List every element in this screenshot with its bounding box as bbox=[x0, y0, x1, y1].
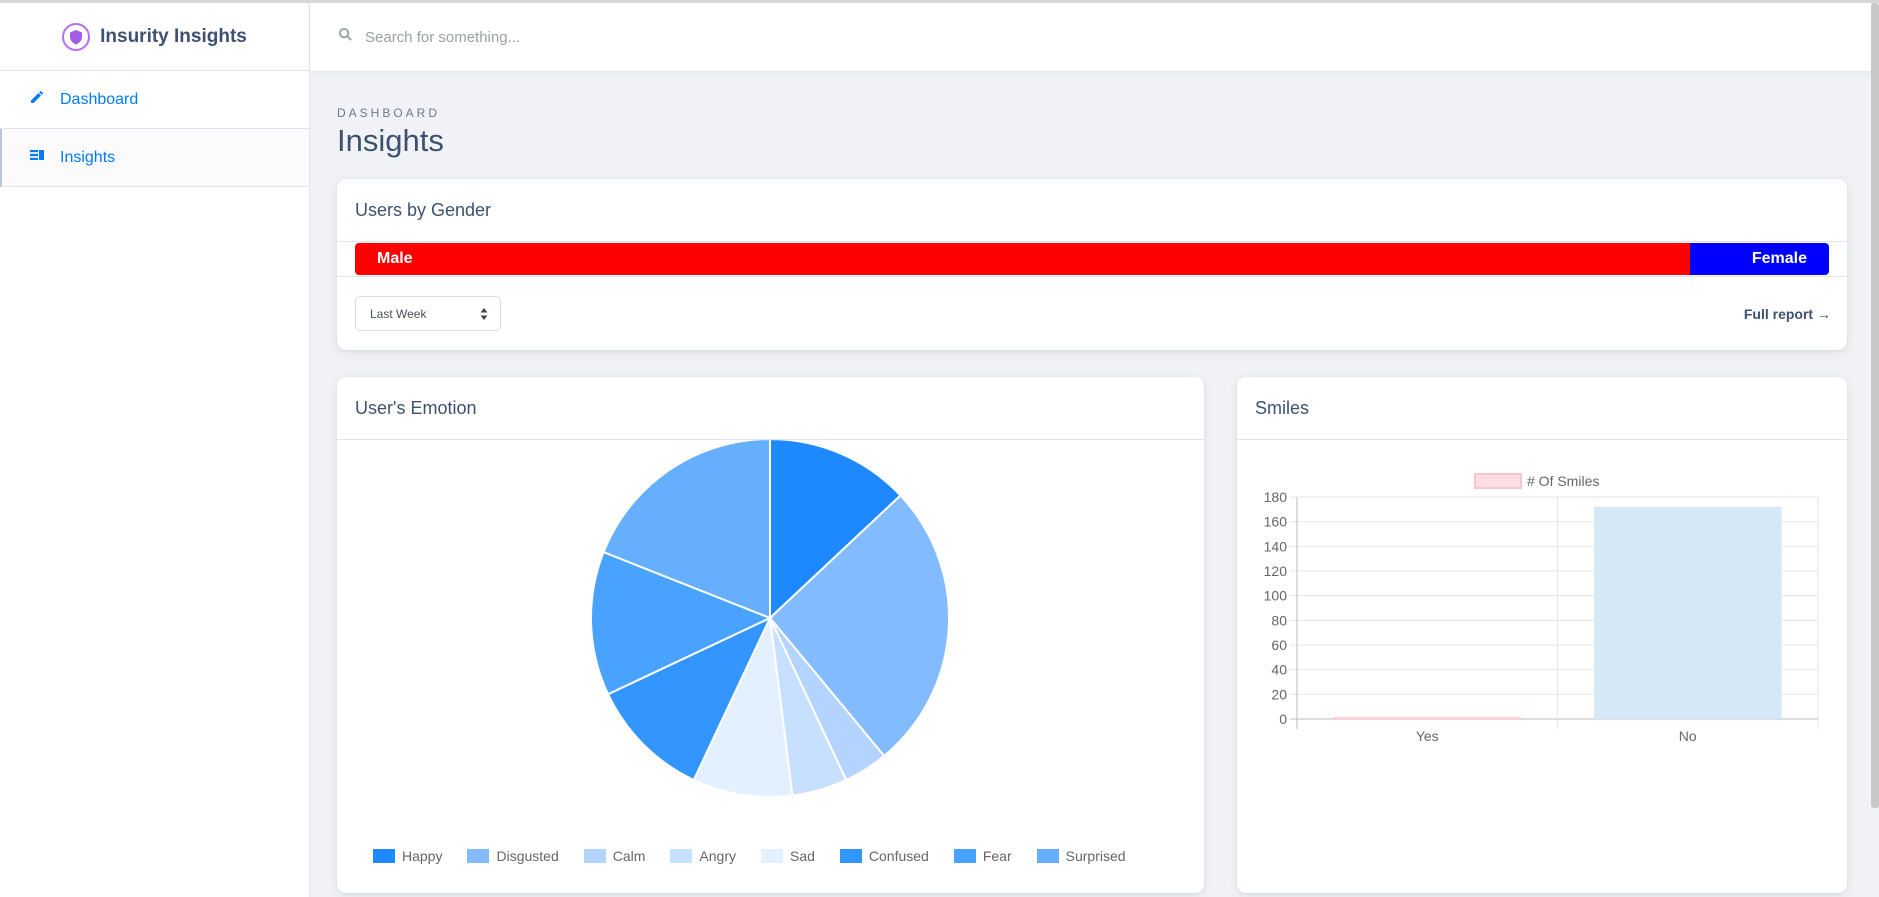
bar-no bbox=[1593, 506, 1782, 719]
emotion-legend: Happy Disgusted Calm Angry Sad Confused Fear Su… bbox=[373, 848, 1151, 864]
search-input[interactable] bbox=[365, 28, 865, 46]
date-range-select[interactable]: Last Week bbox=[355, 296, 501, 331]
users-by-gender-card: Users by Gender Male Female Last Week Fu… bbox=[337, 179, 1847, 350]
legend-item-confused[interactable]: Confused bbox=[839, 848, 929, 864]
legend-label: Happy bbox=[402, 848, 443, 864]
sidebar-item-label: Insights bbox=[60, 148, 116, 166]
legend-item-surprised[interactable]: Surprised bbox=[1036, 848, 1126, 864]
pencil-icon bbox=[28, 88, 46, 111]
sidebar-item-insights[interactable]: Insights bbox=[0, 129, 309, 187]
search-icon bbox=[338, 27, 365, 47]
legend-swatch bbox=[1036, 849, 1059, 863]
legend-label: Surprised bbox=[1065, 848, 1126, 864]
y-tick-label: 180 bbox=[1264, 489, 1288, 505]
page-subtitle: DASHBOARD bbox=[337, 106, 441, 120]
top-bar bbox=[310, 3, 1879, 71]
legend-item-calm[interactable]: Calm bbox=[583, 848, 646, 864]
legend-label: Sad bbox=[789, 848, 815, 864]
legend-swatch bbox=[467, 849, 490, 863]
card-title: Users by Gender bbox=[337, 179, 1847, 242]
date-range-value: Last Week bbox=[370, 306, 427, 321]
full-report-link[interactable]: Full report → bbox=[1744, 306, 1831, 322]
female-segment: Female bbox=[1690, 243, 1829, 275]
legend-label: Disgusted bbox=[496, 848, 559, 864]
legend-item-disgusted[interactable]: Disgusted bbox=[467, 848, 559, 864]
y-tick-label: 160 bbox=[1264, 514, 1288, 530]
page-title: Insights bbox=[337, 123, 444, 158]
y-tick-label: 80 bbox=[1271, 612, 1287, 628]
card-title: Smiles bbox=[1237, 377, 1847, 440]
bar-yes bbox=[1332, 717, 1522, 720]
x-tick-label: Yes bbox=[1416, 728, 1439, 744]
y-tick-label: 60 bbox=[1271, 637, 1287, 653]
legend-item-happy[interactable]: Happy bbox=[373, 848, 442, 864]
legend-swatch bbox=[670, 849, 693, 863]
y-tick-label: 20 bbox=[1271, 686, 1287, 702]
smiles-card: Smiles # Of Smiles 0 20 40 60 80 100 120 140 160 1… bbox=[1237, 377, 1847, 893]
legend-label: # Of Smiles bbox=[1527, 473, 1599, 489]
y-tick-label: 100 bbox=[1264, 588, 1288, 604]
view-list-icon bbox=[28, 146, 46, 169]
y-tick-label: 40 bbox=[1271, 662, 1287, 678]
legend-swatch bbox=[953, 849, 976, 863]
legend-label: Calm bbox=[612, 848, 646, 864]
x-tick-label: No bbox=[1679, 728, 1697, 744]
y-tick-label: 140 bbox=[1264, 538, 1288, 554]
legend-label: Confused bbox=[868, 848, 929, 864]
smiles-bar-chart: # Of Smiles 0 20 40 60 80 100 120 140 160 180 Yes No bbox=[1264, 473, 1819, 744]
users-emotion-card: User's Emotion Happy Disgusted Calm Angry Sa… bbox=[337, 377, 1204, 893]
shield-logo-icon bbox=[62, 22, 91, 51]
male-segment: Male bbox=[355, 243, 1691, 275]
scrollbar[interactable] bbox=[1871, 3, 1879, 808]
card-title: User's Emotion bbox=[337, 377, 1204, 440]
emotion-pie-chart bbox=[590, 440, 950, 798]
divider bbox=[337, 276, 1847, 277]
legend-swatch bbox=[760, 849, 783, 863]
sidebar-item-label: Dashboard bbox=[60, 90, 139, 108]
legend-swatch bbox=[839, 849, 862, 863]
legend-swatch bbox=[1474, 473, 1522, 489]
legend-item-angry[interactable]: Angry bbox=[670, 848, 736, 864]
sidebar: Insurity Insights Dashboard Insights bbox=[0, 3, 310, 897]
legend-item-fear[interactable]: Fear bbox=[953, 848, 1012, 864]
gender-progress-bar: Male Female bbox=[355, 243, 1829, 275]
legend-swatch bbox=[373, 849, 395, 863]
window-top-border bbox=[0, 0, 1879, 3]
legend-swatch bbox=[583, 849, 606, 863]
brand[interactable]: Insurity Insights bbox=[0, 3, 309, 71]
legend-item-sad[interactable]: Sad bbox=[760, 848, 815, 864]
legend-label: Fear bbox=[982, 848, 1012, 864]
sidebar-item-dashboard[interactable]: Dashboard bbox=[0, 71, 309, 129]
legend-label: Angry bbox=[699, 848, 736, 864]
y-tick-label: 0 bbox=[1279, 711, 1287, 727]
sort-caret-icon bbox=[480, 308, 488, 320]
brand-name: Insurity Insights bbox=[100, 25, 247, 47]
y-tick-label: 120 bbox=[1264, 563, 1288, 579]
